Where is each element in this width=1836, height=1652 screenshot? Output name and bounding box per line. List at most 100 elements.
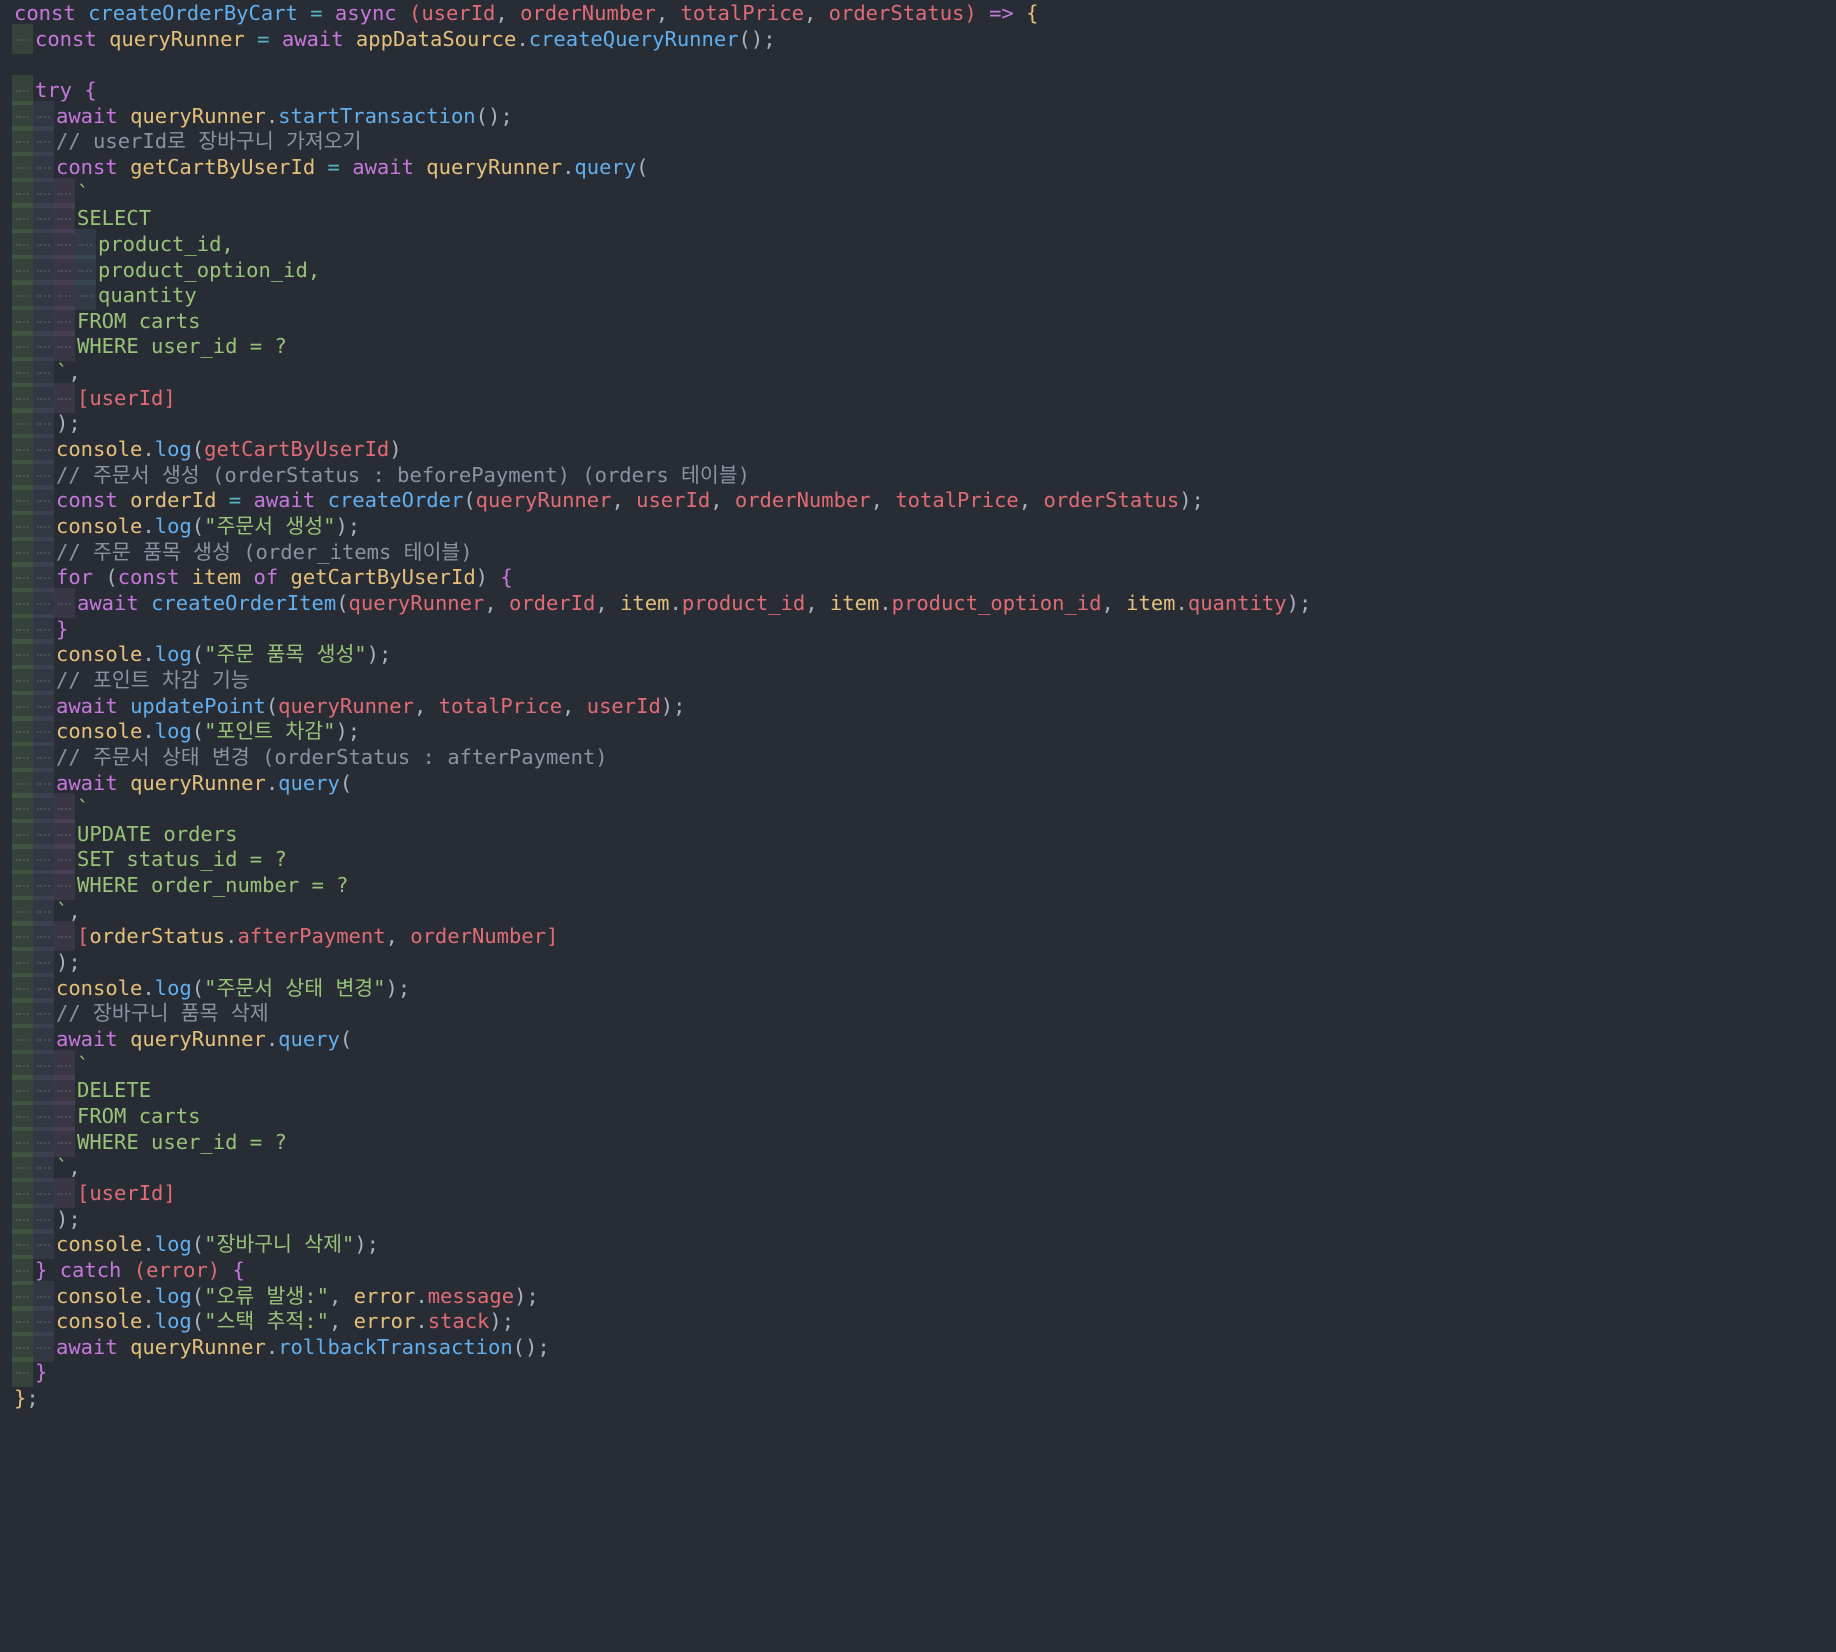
code-token: console: [56, 1309, 143, 1334]
code-token: `: [77, 180, 90, 205]
code-token: (: [408, 1, 422, 25]
code-token: for: [56, 565, 106, 590]
code-token: quantity: [1187, 590, 1287, 615]
code-token: // 포인트 차감 기능: [56, 667, 250, 692]
code-token: ): [389, 437, 402, 462]
code-token: `: [77, 1052, 90, 1077]
code-token: );: [354, 1232, 379, 1257]
code-token: .: [142, 975, 155, 1000]
code-token: .: [562, 154, 575, 179]
code-token: console: [56, 719, 143, 744]
code-token: console: [56, 437, 143, 462]
code-token: ): [964, 1, 977, 25]
code-token: appDataSource: [355, 26, 517, 51]
code-token: (: [191, 437, 205, 462]
code-token: // 주문서 생성 (orderStatus : beforePayment) …: [56, 462, 750, 487]
code-line: };: [0, 1383, 1836, 1413]
code-token: .: [879, 590, 892, 615]
code-token: DELETE: [77, 1078, 152, 1103]
code-token: await: [56, 103, 131, 128]
code-token: afterPayment: [237, 924, 386, 949]
code-token: "장바구니 삭제": [204, 1232, 355, 1257]
code-token: .: [265, 770, 279, 795]
code-token: message: [427, 1283, 515, 1308]
code-token: {: [500, 565, 513, 590]
code-token: queryRunner: [278, 693, 414, 718]
code-token: ,: [484, 590, 509, 615]
code-token: rollbackTransaction: [278, 1334, 513, 1359]
code-token: createOrderItem: [151, 590, 337, 615]
code-token: .: [265, 1027, 279, 1051]
code-token: ,: [385, 924, 411, 949]
code-token: const: [117, 565, 192, 590]
code-token: startTransaction: [278, 103, 476, 128]
code-token: orderStatus: [1043, 488, 1180, 513]
code-token: createQueryRunner: [528, 26, 739, 51]
code-token: ,: [595, 590, 621, 615]
code-token: `: [77, 796, 90, 821]
code-token: await: [77, 590, 152, 615]
code-token: ();: [512, 1334, 550, 1359]
code-token: ,: [805, 590, 830, 615]
code-token: error: [353, 1309, 416, 1334]
code-token: item: [1126, 590, 1176, 615]
code-token: .: [225, 924, 238, 949]
code-token: }: [35, 1360, 48, 1385]
code-token: log: [154, 975, 192, 1000]
code-token: log: [154, 1232, 192, 1257]
code-token: ;: [26, 1386, 39, 1411]
code-token: .: [142, 719, 155, 744]
code-token: );: [660, 693, 686, 718]
code-token: (: [191, 719, 205, 744]
code-token: await: [56, 1334, 131, 1359]
code-token: await: [281, 26, 356, 51]
code-token: ,: [1018, 488, 1044, 513]
code-token: .: [142, 1232, 155, 1257]
code-token: // userId로 장바구니 가져오기: [56, 129, 362, 154]
code-token: console: [56, 642, 143, 667]
code-token: }: [14, 1386, 27, 1411]
code-text: };: [14, 1383, 39, 1413]
code-token: query: [574, 154, 637, 179]
code-token: );: [56, 411, 81, 436]
code-token: queryRunner: [426, 154, 563, 179]
code-token: );: [1179, 488, 1204, 513]
code-token: queryRunner: [109, 26, 245, 51]
code-token: =>: [976, 1, 1027, 25]
code-token: ): [475, 565, 501, 590]
code-editor[interactable]: const createOrderByCart = async (userId,…: [0, 0, 1836, 1652]
code-token: (: [339, 770, 353, 795]
code-token: UPDATE orders: [77, 821, 238, 846]
code-token: );: [56, 950, 81, 975]
code-token: orderId: [509, 590, 596, 615]
code-token: (: [191, 1283, 205, 1308]
code-token: queryRunner: [130, 770, 266, 795]
code-token: .: [265, 1334, 279, 1359]
code-token: updatePoint: [130, 693, 266, 718]
code-token: ,: [655, 1, 681, 25]
code-token: error: [353, 1283, 416, 1308]
code-token: );: [1286, 590, 1312, 615]
code-token: );: [335, 514, 361, 538]
code-token: .: [415, 1283, 428, 1308]
code-token: [: [77, 924, 90, 949]
code-token: const: [14, 1, 89, 25]
code-token: WHERE user_id = ?: [77, 1129, 287, 1154]
code-token: ,: [562, 693, 587, 718]
code-token: query: [278, 1027, 340, 1051]
code-token: const: [35, 26, 110, 51]
code-token: of: [241, 565, 291, 590]
code-token: stack: [427, 1309, 490, 1334]
code-token: queryRunner: [130, 1334, 266, 1359]
code-token: "주문 품목 생성": [204, 642, 367, 667]
code-token: (: [636, 154, 649, 179]
code-token: log: [154, 719, 192, 744]
code-token: (: [105, 565, 118, 590]
code-token: query: [278, 770, 340, 795]
code-token: await: [253, 488, 328, 513]
code-token: "포인트 차감": [204, 719, 336, 744]
code-token: .: [1175, 590, 1188, 615]
code-token: );: [56, 1206, 81, 1231]
code-token: // 주문서 상태 변경 (orderStatus : afterPayment…: [56, 744, 608, 769]
code-token: (: [191, 514, 205, 538]
